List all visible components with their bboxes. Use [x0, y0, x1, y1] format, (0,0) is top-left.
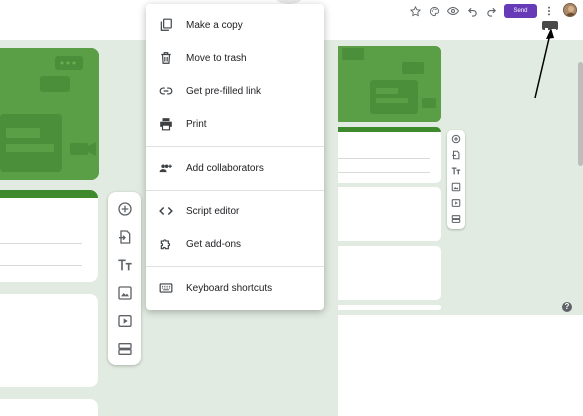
question-card-selected-small[interactable]	[338, 127, 441, 183]
scrollbar[interactable]	[578, 62, 583, 166]
help-button[interactable]: ?	[562, 302, 572, 312]
add-section-icon[interactable]	[450, 213, 462, 225]
add-people-icon	[158, 160, 174, 176]
question-card[interactable]	[0, 294, 98, 387]
account-avatar[interactable]	[563, 3, 577, 17]
menu-item-label: Print	[186, 118, 207, 130]
menu-item-script-editor[interactable]: Script editor	[146, 195, 324, 227]
puzzle-icon	[158, 236, 174, 252]
add-image-icon[interactable]	[113, 281, 136, 304]
add-question-icon[interactable]	[113, 197, 136, 220]
trash-icon	[158, 50, 174, 66]
banner-illustration-small	[338, 46, 441, 122]
code-icon	[158, 203, 174, 219]
menu-item-get-pre-filled-link[interactable]: Get pre-filled link	[146, 75, 324, 107]
menu-item-label: Add collaborators	[186, 162, 264, 174]
menu-divider	[146, 190, 324, 191]
forms-editor-screen: ? Send Make a copy Move to trash Get pre…	[0, 0, 583, 416]
question-card-small[interactable]	[338, 305, 441, 310]
menu-item-make-a-copy[interactable]: Make a copy	[146, 9, 324, 41]
add-title-icon[interactable]	[113, 253, 136, 276]
question-card-selected[interactable]	[0, 190, 98, 282]
import-questions-icon[interactable]	[113, 225, 136, 248]
preview-eye-icon[interactable]	[447, 5, 459, 17]
keyboard-icon	[158, 280, 174, 296]
form-header-banner-small	[338, 46, 441, 122]
palette-icon[interactable]	[428, 5, 440, 17]
banner-illustration	[0, 48, 99, 180]
send-button[interactable]: Send	[504, 4, 537, 18]
customize-theme-icon[interactable]	[409, 5, 421, 17]
print-icon	[158, 116, 174, 132]
add-image-icon[interactable]	[450, 181, 462, 193]
menu-divider	[146, 266, 324, 267]
menu-divider	[146, 146, 324, 147]
add-video-icon[interactable]	[113, 309, 136, 332]
question-card-small[interactable]	[338, 187, 441, 241]
link-icon	[158, 83, 174, 99]
menu-item-label: Script editor	[186, 205, 240, 217]
floating-toolbar	[108, 192, 141, 365]
import-questions-icon[interactable]	[450, 149, 462, 161]
add-title-icon[interactable]	[450, 165, 462, 177]
add-section-icon[interactable]	[113, 337, 136, 360]
more-options-menu: Make a copy Move to trash Get pre-filled…	[146, 4, 324, 310]
question-card-small[interactable]	[338, 246, 441, 300]
form-header-banner	[0, 48, 99, 180]
add-video-icon[interactable]	[450, 197, 462, 209]
more-options-tooltip	[542, 21, 558, 31]
copy-icon	[158, 17, 174, 33]
floating-toolbar-small	[447, 130, 465, 229]
menu-item-label: Keyboard shortcuts	[186, 282, 273, 294]
menu-item-print[interactable]: Print	[146, 108, 324, 140]
menu-item-label: Get pre-filled link	[186, 85, 262, 97]
menu-item-add-collaborators[interactable]: Add collaborators	[146, 152, 324, 184]
menu-item-label: Get add-ons	[186, 238, 242, 250]
menu-item-label: Make a copy	[186, 19, 243, 31]
more-vert-icon[interactable]	[543, 4, 555, 18]
menu-item-get-add-ons[interactable]: Get add-ons	[146, 228, 324, 260]
redo-icon[interactable]	[485, 5, 497, 17]
undo-icon[interactable]	[466, 5, 478, 17]
question-card[interactable]	[0, 399, 98, 416]
menu-item-move-to-trash[interactable]: Move to trash	[146, 42, 324, 74]
menu-item-label: Move to trash	[186, 52, 247, 64]
add-question-icon[interactable]	[450, 133, 462, 145]
menu-item-keyboard-shortcuts[interactable]: Keyboard shortcuts	[146, 272, 324, 304]
